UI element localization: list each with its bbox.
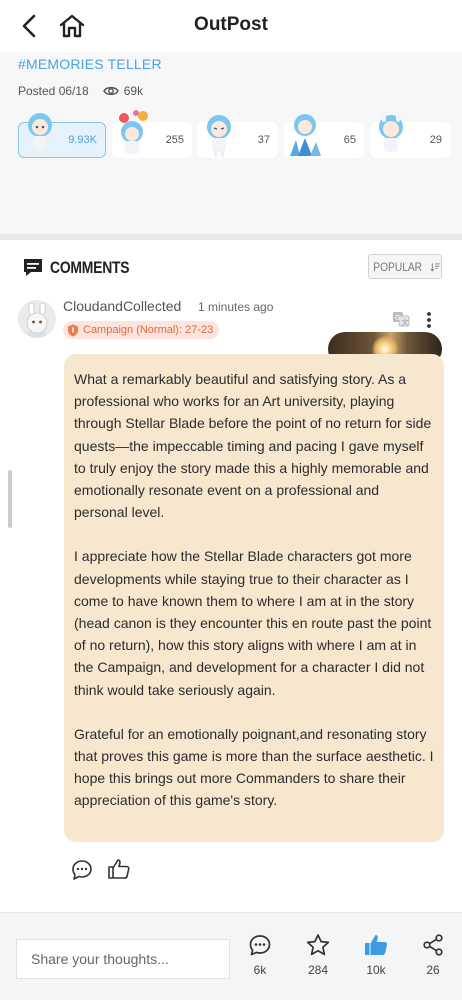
bottom-action-bar: 6k 284 10k 26 [0,912,462,1000]
reaction-count: 255 [165,134,184,146]
reaction-sticker-5[interactable]: 29 [370,112,450,158]
svg-text:G: G [395,314,400,322]
post-meta: Posted 06/18 69k [18,84,143,98]
chibi-balloon-sticker-icon [119,110,148,154]
sort-label: POPULAR [373,259,423,274]
svg-text:文: 文 [402,318,409,327]
section-divider [0,234,462,240]
campaign-badge: Campaign (Normal): 27-23 [63,321,220,339]
sort-popular-button[interactable]: POPULAR [368,254,442,279]
more-options-icon[interactable] [424,310,434,330]
sort-icon [430,262,441,271]
share-stat[interactable]: 26 [413,933,453,977]
chibi-bunny-sticker-icon [379,112,403,152]
chibi-sticker-icon [28,113,52,156]
reaction-sticker-3[interactable]: 37 [198,115,278,158]
thumbs-up-icon[interactable] [107,858,131,880]
reaction-count: 29 [429,134,442,146]
chibi-crying-sticker-icon [207,115,231,157]
share-icon [423,934,443,956]
share-thoughts-input[interactable] [16,939,230,979]
chibi-ice-sticker-icon [290,114,321,156]
eye-icon [102,86,119,96]
reaction-count: 9.93K [68,134,97,146]
comment-icon [249,935,271,956]
shield-icon [68,324,78,336]
comments-icon [24,259,42,276]
comment-username[interactable]: CloudandCollected [63,298,181,314]
thumbs-up-filled-icon [365,935,387,955]
translate-icon[interactable]: G 文 [392,311,410,327]
comment-bubble: What a remarkably beautiful and satisfyi… [64,354,444,842]
reaction-count: 37 [257,134,270,146]
view-count: 69k [102,84,144,98]
page-title: OutPost [194,14,268,35]
posted-date: Posted 06/18 [18,84,89,98]
favorite-stat[interactable]: 284 [298,933,338,977]
comments-count: 6k [253,963,267,977]
campaign-badge-text: Campaign (Normal): 27-23 [83,324,214,336]
reaction-sticker-4[interactable]: 65 [284,114,364,158]
likes-count: 10k [366,963,386,977]
comment-paragraph: Grateful for an emotionally poignant,and… [74,725,434,809]
reply-icon[interactable] [71,859,93,881]
comment-timestamp: 1 minutes ago [198,300,274,314]
reaction-sticker-1[interactable]: 9.93K [18,113,106,158]
scrollbar[interactable] [8,470,12,528]
favorites-count: 284 [307,963,329,977]
reaction-count: 65 [343,134,356,146]
bunny-avatar-icon [18,300,56,338]
post-meta-section: #MEMORIES TELLER Posted 06/18 69k 9.93K … [0,52,462,234]
shares-count: 26 [426,963,440,977]
view-count-value: 69k [123,84,144,98]
comments-header: COMMENTS POPULAR [0,250,462,290]
reaction-sticker-2[interactable]: 255 [112,110,192,158]
reaction-bar: 9.93K 255 37 65 29 [18,110,450,158]
like-stat[interactable]: 10k [356,933,396,977]
comment-paragraph: What a remarkably beautiful and satisfyi… [74,371,432,521]
top-header: OutPost [0,0,462,52]
post-hashtag[interactable]: #MEMORIES TELLER [18,56,162,72]
comments-stat[interactable]: 6k [240,933,280,977]
comment-paragraph: I appreciate how the Stellar Blade chara… [74,548,432,698]
comments-title: COMMENTS [50,258,130,277]
star-icon [306,934,330,956]
avatar[interactable] [18,300,56,338]
